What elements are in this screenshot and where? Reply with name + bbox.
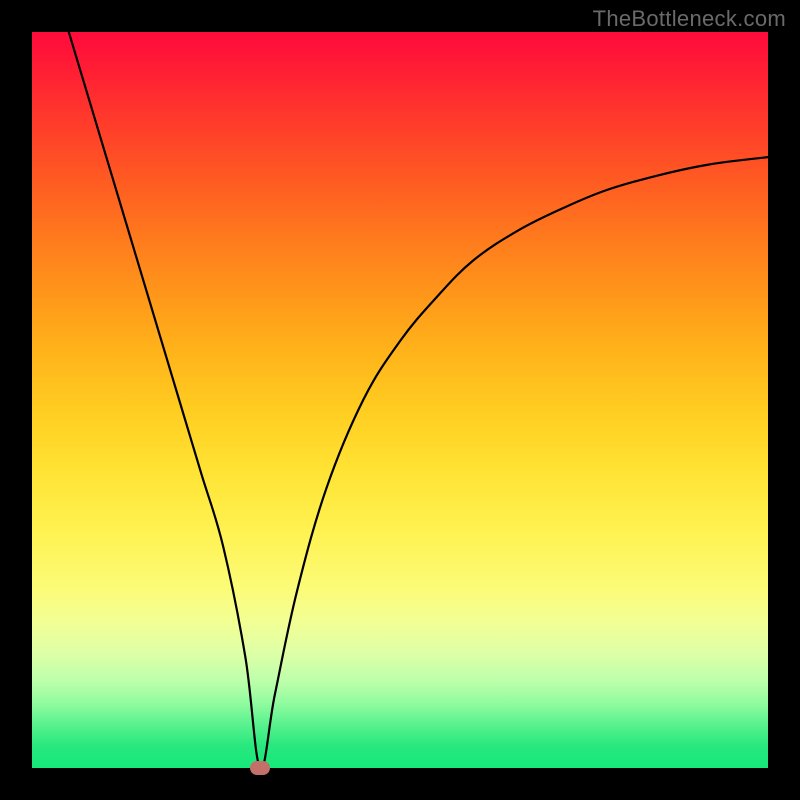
chart-frame: TheBottleneck.com (0, 0, 800, 800)
optimum-marker (250, 761, 270, 775)
bottleneck-curve (32, 32, 768, 768)
curve-path (69, 32, 768, 768)
plot-area (32, 32, 768, 768)
watermark-text: TheBottleneck.com (593, 6, 786, 32)
